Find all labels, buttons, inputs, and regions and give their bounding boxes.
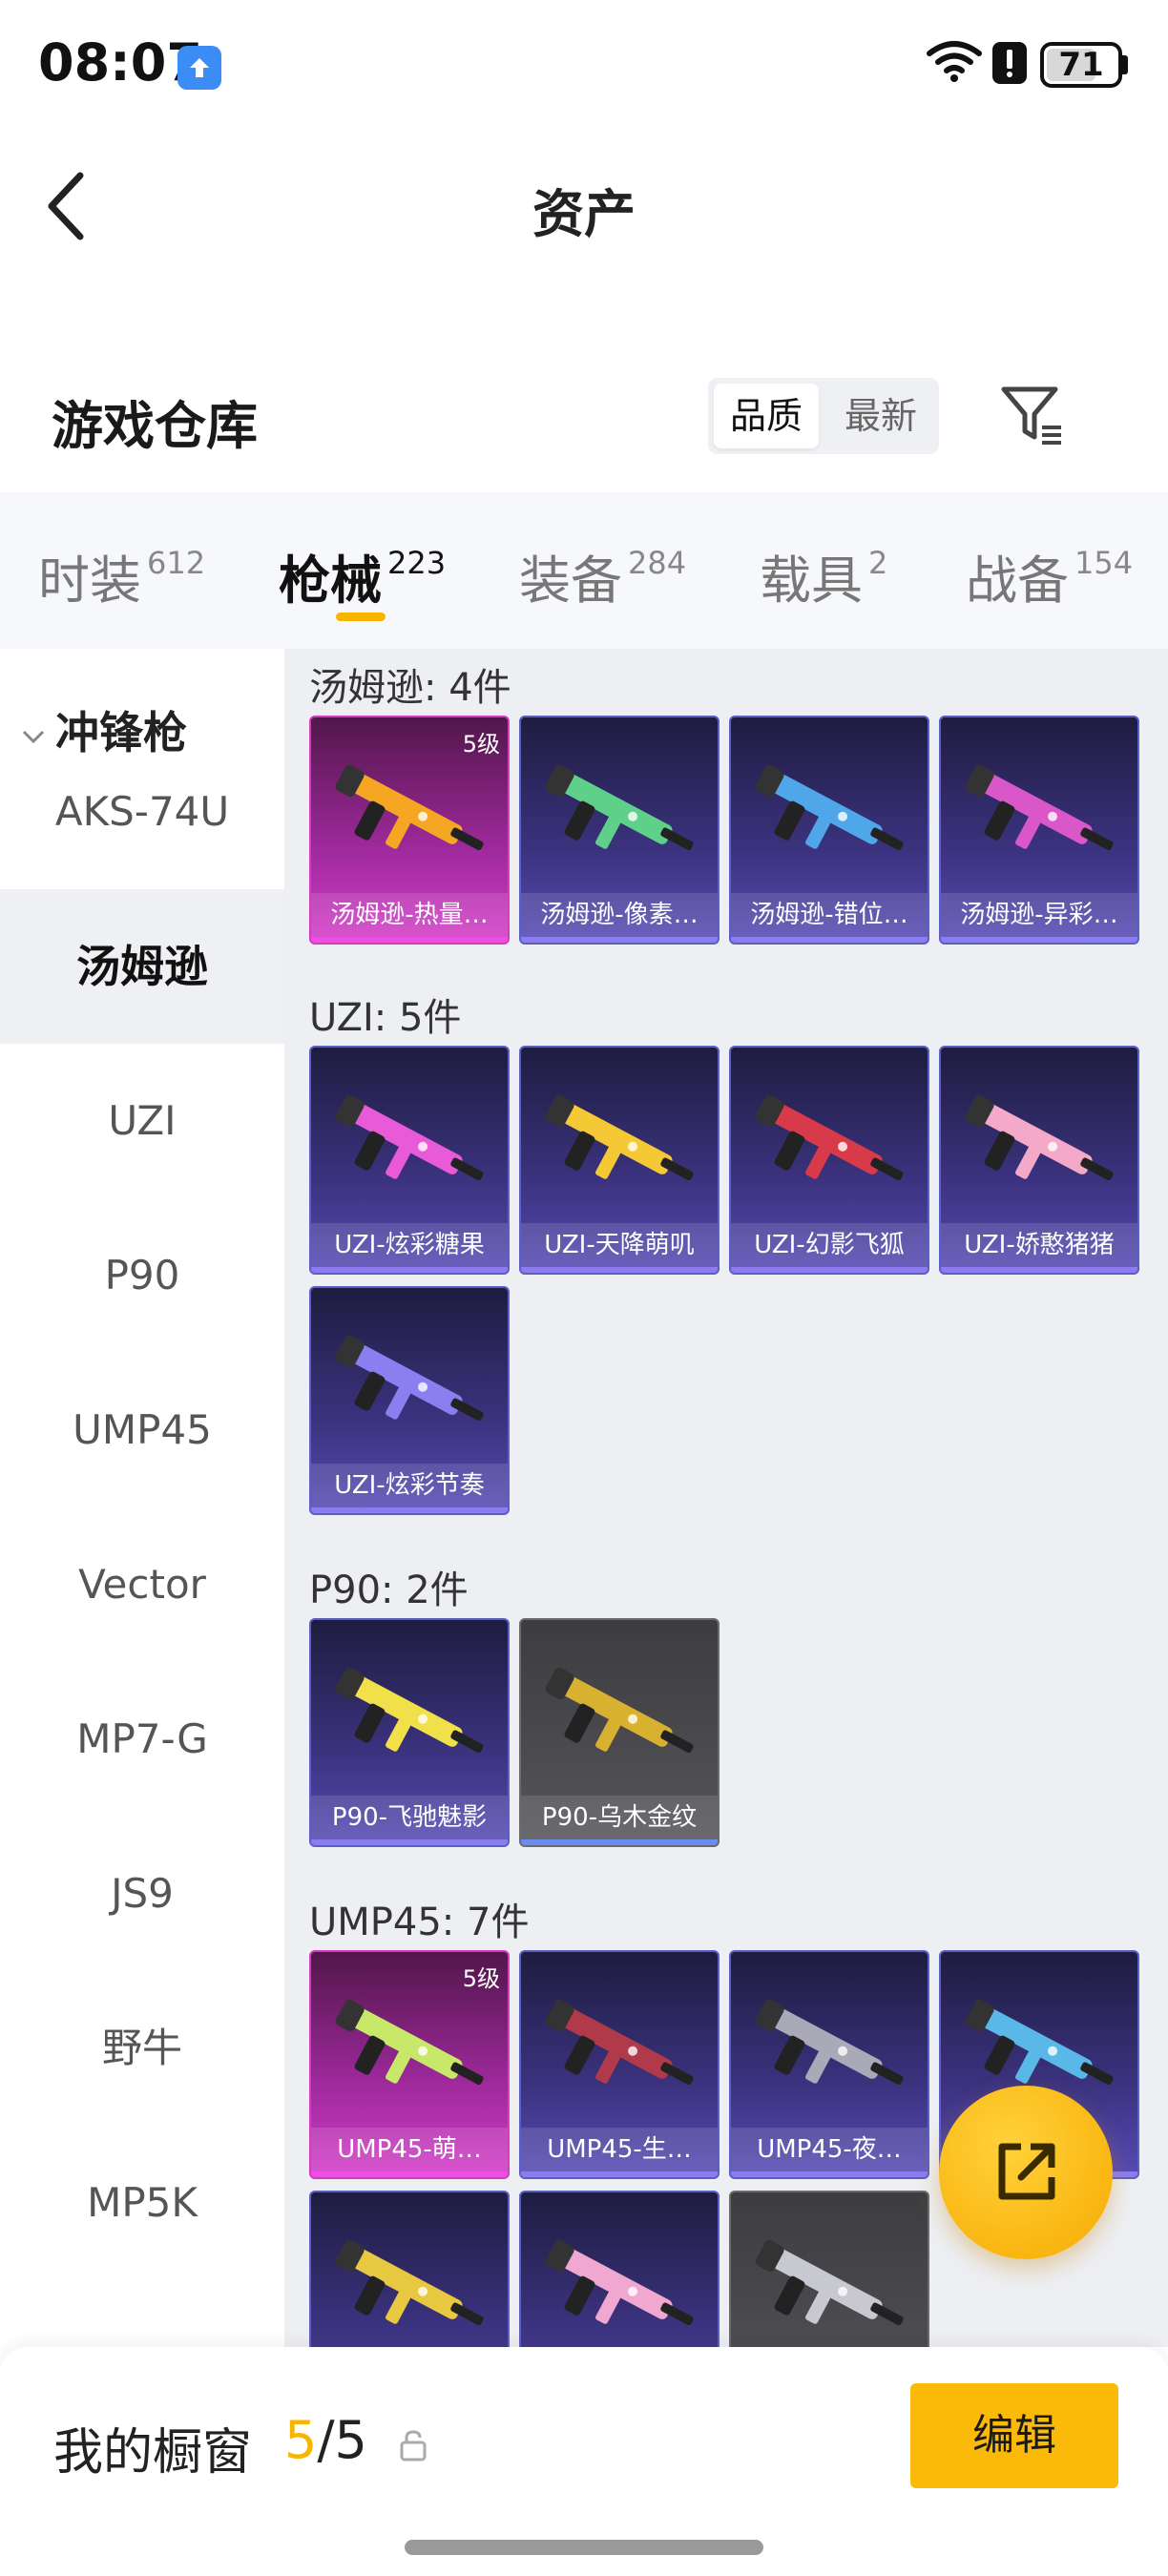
item-card[interactable]: UZI-幻影飞狐 — [729, 1046, 929, 1275]
share-icon — [998, 2143, 1055, 2200]
section-title: 汤姆逊: 4件 — [309, 666, 511, 710]
item-card[interactable]: UZI-娇憨猪猪 — [939, 1046, 1139, 1275]
weapon-image — [965, 1094, 1114, 1181]
weapon-image — [335, 1094, 484, 1181]
item-card[interactable]: UZI-炫彩节奏 — [309, 1286, 510, 1515]
filter-icon — [1001, 386, 1061, 445]
item-name: P90-乌木金纹 — [521, 1796, 718, 1839]
item-name: 汤姆逊-像素… — [521, 893, 718, 937]
warehouse-title: 游戏仓库 — [52, 396, 258, 456]
weapon-image — [545, 1999, 694, 2086]
item-card[interactable]: P90-飞驰魅影 — [309, 1618, 510, 1847]
sidebar-item[interactable]: Vector — [0, 1507, 284, 1662]
weapon-image — [755, 1094, 904, 1181]
item-name: 汤姆逊-异彩… — [941, 893, 1137, 937]
sidebar-item[interactable]: 野牛 — [0, 1971, 284, 2126]
weapon-image — [755, 2239, 904, 2326]
item-card[interactable]: UZI-炫彩糖果 — [309, 1046, 510, 1275]
sidebar-item[interactable]: UZI — [0, 1044, 284, 1198]
item-name: UZI-幻影飞狐 — [731, 1223, 928, 1267]
item-level: 5级 — [462, 1965, 500, 1992]
edit-button[interactable]: 编辑 — [910, 2383, 1118, 2488]
tab-supplies[interactable]: 战备 154 — [966, 538, 1133, 613]
weapon-image — [755, 764, 904, 851]
showcase-bar: 我的橱窗 5/5 编辑 — [0, 2347, 1168, 2576]
section-title: UZI: 5件 — [309, 996, 462, 1040]
status-bar: 08:07 71 — [0, 0, 1168, 134]
item-name: UMP45-夜… — [731, 2128, 928, 2171]
item-card[interactable]: UMP45-生… — [519, 1950, 720, 2179]
page-title: 资产 — [532, 184, 636, 244]
weapon-image — [335, 1335, 484, 1422]
item-name: UMP45-萌… — [311, 2128, 508, 2171]
battery-level: 71 — [1058, 46, 1104, 84]
item-card[interactable] — [309, 2191, 510, 2347]
section-title: P90: 2件 — [309, 1568, 469, 1612]
item-card[interactable]: 汤姆逊-错位… — [729, 716, 929, 945]
showcase-count: 5/5 — [284, 2410, 367, 2470]
tab-firearms[interactable]: 枪械 223 — [279, 538, 446, 613]
app-update-icon — [177, 46, 221, 90]
section-title: UMP45: 7件 — [309, 1901, 530, 1944]
weapon-image — [335, 2239, 484, 2326]
item-name: UZI-天降萌叽 — [521, 1223, 718, 1267]
item-name: 汤姆逊-热量… — [311, 893, 508, 937]
item-card[interactable]: 5级 UMP45-萌… — [309, 1950, 510, 2179]
item-name: P90-飞驰魅影 — [311, 1796, 508, 1839]
item-name: UZI-炫彩糖果 — [311, 1223, 508, 1267]
item-card[interactable]: UZI-天降萌叽 — [519, 1046, 720, 1275]
sidebar-item[interactable]: AKS-74U — [0, 735, 284, 889]
weapon-image — [545, 1094, 694, 1181]
item-name: UZI-娇憨猪猪 — [941, 1223, 1137, 1267]
filter-button[interactable] — [998, 380, 1067, 448]
item-card[interactable]: 汤姆逊-异彩… — [939, 716, 1139, 945]
tab-fashion[interactable]: 时装 612 — [38, 538, 205, 613]
item-card[interactable] — [519, 2191, 720, 2347]
tab-equipment[interactable]: 装备 284 — [519, 538, 686, 613]
share-button[interactable] — [939, 2086, 1113, 2259]
home-indicator — [405, 2540, 763, 2555]
weapon-image — [755, 1999, 904, 2086]
sidebar-item[interactable]: 汤姆逊 — [0, 889, 284, 1044]
showcase-title: 我的橱窗 — [53, 2424, 253, 2482]
sidebar-item[interactable]: P90 — [0, 1198, 284, 1353]
item-card[interactable]: P90-乌木金纹 — [519, 1618, 720, 1847]
tab-vehicles[interactable]: 载具 2 — [760, 538, 887, 613]
active-tab-indicator — [336, 613, 386, 621]
sidebar-item[interactable]: MP5K — [0, 2126, 284, 2280]
sidebar-item[interactable]: JS9 — [0, 1817, 284, 1971]
weapon-image — [965, 764, 1114, 851]
wifi-icon — [927, 41, 982, 82]
alert-icon — [992, 42, 1027, 84]
item-name: UZI-炫彩节奏 — [311, 1464, 508, 1507]
category-tabs: 时装 612 枪械 223 装备 284 载具 2 战备 154 — [0, 492, 1168, 649]
item-card[interactable] — [729, 2191, 929, 2347]
weapon-image — [335, 764, 484, 851]
sort-option-latest[interactable]: 最新 — [828, 384, 933, 448]
sort-option-quality[interactable]: 品质 — [714, 384, 819, 448]
item-card[interactable]: 5级汤姆逊-热量… — [309, 716, 510, 945]
weapon-image — [545, 764, 694, 851]
weapon-image — [545, 2239, 694, 2326]
item-name: 汤姆逊-错位… — [731, 893, 928, 937]
item-level: 5级 — [462, 731, 500, 758]
subcategory-list: 冲锋枪 AKS-74U 汤姆逊 UZI P90 UMP45 Vector MP7-G JS9 野… — [0, 649, 284, 2347]
item-card[interactable]: UMP45-夜… — [729, 1950, 929, 2179]
weapon-image — [335, 1667, 484, 1754]
weapon-image — [335, 1999, 484, 2086]
sidebar-item[interactable]: UMP45 — [0, 1353, 284, 1507]
battery-icon: 71 — [1040, 42, 1122, 88]
sidebar-item[interactable]: MP7-G — [0, 1662, 284, 1817]
unlock-icon — [400, 2430, 427, 2462]
item-card[interactable]: 汤姆逊-像素… — [519, 716, 720, 945]
sort-toggle: 品质 最新 — [708, 378, 939, 454]
weapon-image — [545, 1667, 694, 1754]
item-name: UMP45-生… — [521, 2128, 718, 2171]
